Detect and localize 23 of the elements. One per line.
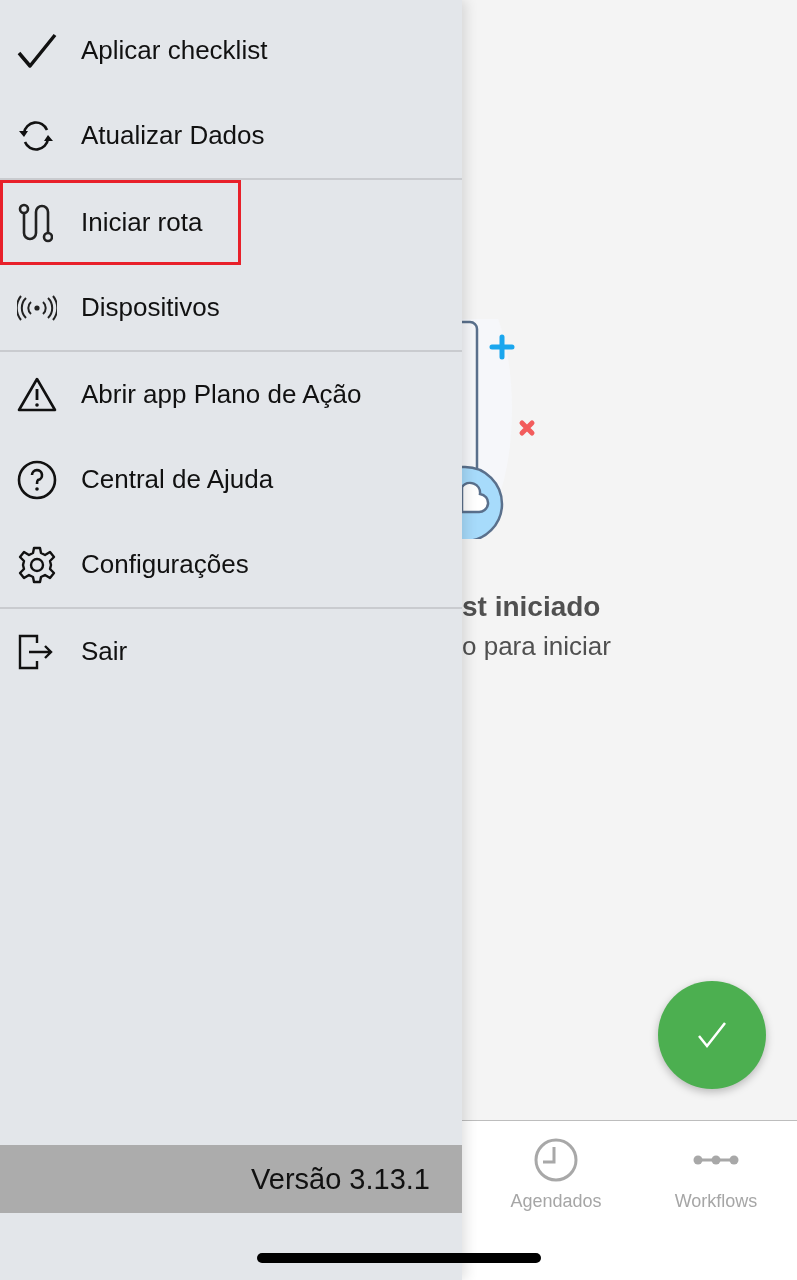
help-icon xyxy=(17,459,57,500)
broadcast-icon xyxy=(17,294,57,321)
clock-icon xyxy=(533,1137,579,1183)
route-icon xyxy=(17,202,53,243)
check-icon xyxy=(697,1021,727,1049)
empty-state-title: st iniciado xyxy=(462,591,602,623)
empty-state-subtitle: o para iniciar xyxy=(462,631,612,662)
menu-item[interactable]: Abrir app Plano de Ação xyxy=(0,352,401,437)
menu-item[interactable]: Iniciar rota xyxy=(0,180,242,265)
menu-item[interactable]: Atualizar Dados xyxy=(0,93,304,178)
menu-item[interactable]: Aplicar checklist xyxy=(0,8,307,93)
logout-icon xyxy=(17,632,55,671)
warning-icon xyxy=(17,376,57,413)
sync-icon xyxy=(17,118,55,153)
connected-dots-icon xyxy=(693,1155,739,1165)
menu-item[interactable]: Dispositivos xyxy=(0,265,259,350)
menu-item[interactable]: Sair xyxy=(0,609,167,694)
settings-icon xyxy=(17,544,57,585)
check-icon xyxy=(17,32,57,69)
confirm-button[interactable] xyxy=(658,981,766,1089)
menu-item[interactable]: Central de Ajuda xyxy=(0,437,313,522)
menu-item[interactable]: Configurações xyxy=(0,522,288,607)
version-text: Versão 3.13.1 xyxy=(251,1162,430,1196)
